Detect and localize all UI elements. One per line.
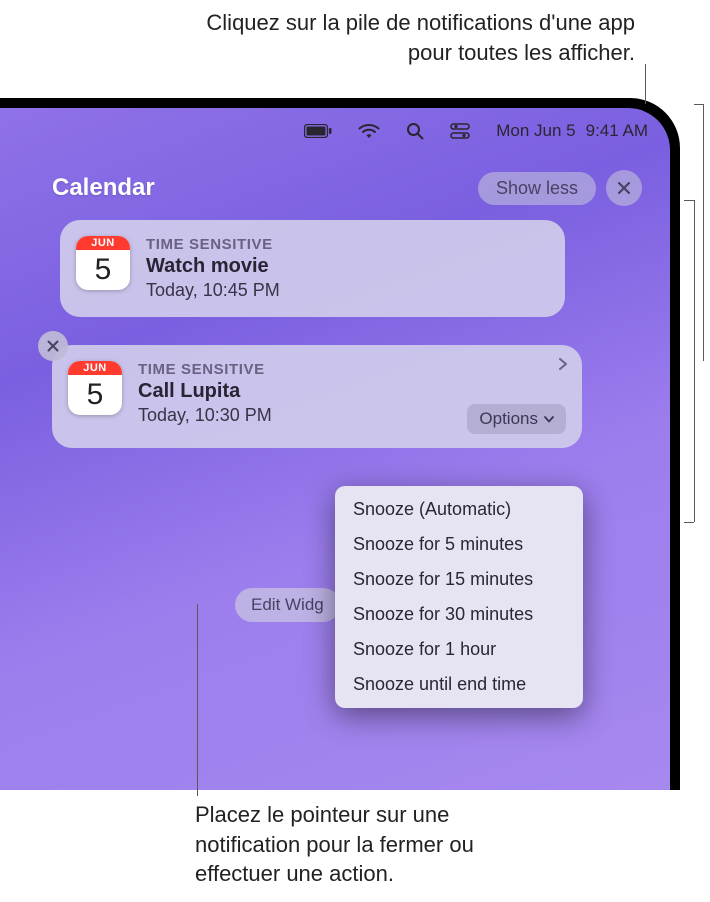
calendar-icon-month: JUN bbox=[76, 236, 130, 250]
notification-title: Call Lupita bbox=[138, 380, 564, 403]
options-button[interactable]: Options bbox=[467, 404, 566, 434]
menubar-time: 9:41 AM bbox=[586, 121, 648, 141]
menu-item[interactable]: Snooze (Automatic) bbox=[335, 492, 583, 527]
callout-bracket-top bbox=[684, 200, 694, 201]
calendar-icon-day: 5 bbox=[76, 250, 130, 290]
menu-item[interactable]: Snooze for 5 minutes bbox=[335, 527, 583, 562]
notification-card[interactable]: JUN 5 TIME SENSITIVE Call Lupita Today, … bbox=[52, 345, 582, 448]
control-center-icon[interactable] bbox=[450, 123, 470, 139]
device-frame: Mon Jun 5 9:41 AM Calendar Show less JUN… bbox=[0, 98, 680, 790]
callout-bracket-bottom bbox=[684, 522, 694, 523]
close-icon bbox=[617, 181, 631, 195]
calendar-icon-month: JUN bbox=[68, 361, 122, 375]
calendar-icon-day: 5 bbox=[68, 375, 122, 415]
wifi-icon bbox=[358, 123, 380, 139]
menu-item[interactable]: Snooze until end time bbox=[335, 667, 583, 702]
menubar-datetime[interactable]: Mon Jun 5 9:41 AM bbox=[496, 121, 648, 141]
notification-app-title: Calendar bbox=[52, 174, 468, 202]
notification-body: TIME SENSITIVE Watch movie Today, 10:45 … bbox=[146, 236, 547, 301]
options-label: Options bbox=[479, 409, 538, 429]
notification-card[interactable]: JUN 5 TIME SENSITIVE Watch movie Today, … bbox=[60, 220, 565, 317]
chevron-right-icon[interactable] bbox=[558, 357, 568, 376]
desktop-screen: Mon Jun 5 9:41 AM Calendar Show less JUN… bbox=[0, 108, 670, 790]
notification-close-button[interactable] bbox=[38, 331, 68, 361]
battery-icon bbox=[304, 124, 332, 138]
menubar-date: Mon Jun 5 bbox=[496, 121, 575, 141]
calendar-app-icon: JUN 5 bbox=[68, 361, 122, 415]
notification-header: Calendar Show less bbox=[52, 170, 642, 206]
options-menu: Snooze (Automatic) Snooze for 5 minutes … bbox=[335, 486, 583, 708]
spotlight-icon[interactable] bbox=[406, 122, 424, 140]
menu-item[interactable]: Snooze for 1 hour bbox=[335, 632, 583, 667]
clear-all-button[interactable] bbox=[606, 170, 642, 206]
chevron-down-icon bbox=[544, 416, 554, 423]
notification-subtitle: Today, 10:45 PM bbox=[146, 280, 547, 301]
time-sensitive-badge: TIME SENSITIVE bbox=[146, 236, 547, 253]
time-sensitive-badge: TIME SENSITIVE bbox=[138, 361, 564, 378]
notification-title: Watch movie bbox=[146, 255, 547, 278]
show-less-button[interactable]: Show less bbox=[478, 172, 596, 205]
annotation-bottom: Placez le pointeur sur une notification … bbox=[195, 800, 545, 889]
menu-item[interactable]: Snooze for 15 minutes bbox=[335, 562, 583, 597]
annotation-top: Cliquez sur la pile de notifications d'u… bbox=[170, 8, 635, 67]
menubar: Mon Jun 5 9:41 AM bbox=[0, 108, 670, 154]
notification-center: Calendar Show less JUN 5 TIME SENSITIVE … bbox=[52, 170, 642, 480]
close-icon bbox=[47, 340, 59, 352]
callout-line-bottom bbox=[197, 604, 198, 796]
callout-bracket bbox=[694, 200, 695, 522]
edit-widgets-button[interactable]: Edit Widg bbox=[235, 588, 340, 622]
menu-item[interactable]: Snooze for 30 minutes bbox=[335, 597, 583, 632]
calendar-app-icon: JUN 5 bbox=[76, 236, 130, 290]
callout-line bbox=[645, 64, 646, 104]
callout-bracket-stem bbox=[703, 104, 704, 361]
